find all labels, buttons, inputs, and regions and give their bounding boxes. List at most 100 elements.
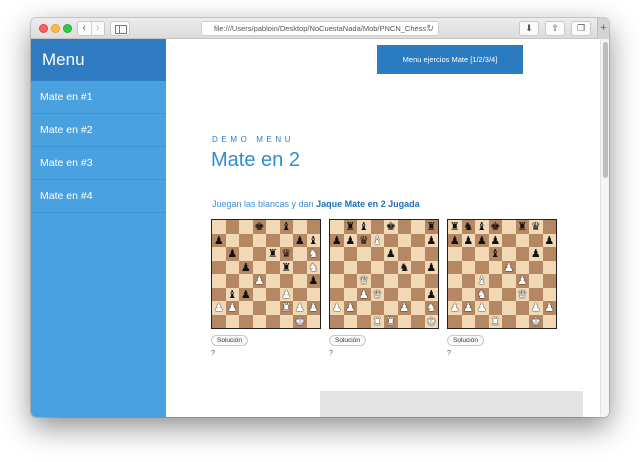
black-rook-icon[interactable]: ♜ [268, 247, 278, 260]
board-square[interactable]: ♟ [225, 247, 239, 261]
white-knight-icon[interactable]: ♞ [426, 301, 436, 314]
exercise-menu-button[interactable]: Menu ejercios Mate [1/2/3/4] [377, 45, 523, 74]
board-square[interactable] [370, 274, 384, 288]
board-square[interactable] [293, 260, 307, 274]
minimize-window-button[interactable] [51, 24, 60, 33]
board-square[interactable] [542, 247, 556, 261]
board-square[interactable] [279, 274, 293, 288]
board-square[interactable]: ♟ [448, 301, 462, 315]
board-square[interactable] [448, 260, 462, 274]
board-square[interactable] [475, 260, 489, 274]
board-square[interactable]: ♜ [370, 314, 384, 328]
sidebar-toggle-icon[interactable] [110, 21, 130, 36]
board-square[interactable]: ♞ [306, 260, 320, 274]
board-square[interactable]: ♟ [343, 233, 357, 247]
black-bishop-icon[interactable]: ♝ [227, 288, 237, 301]
board-square[interactable] [279, 314, 293, 328]
black-queen-icon[interactable]: ♛ [359, 234, 369, 247]
board-square[interactable] [424, 274, 438, 288]
board-square[interactable] [293, 287, 307, 301]
board-square[interactable] [212, 274, 226, 288]
board-square[interactable] [266, 301, 280, 315]
black-pawn-icon[interactable]: ♟ [308, 274, 318, 287]
board-square[interactable]: ♟ [239, 287, 253, 301]
board-square[interactable] [475, 247, 489, 261]
black-pawn-icon[interactable]: ♟ [295, 234, 305, 247]
board-square[interactable]: ♟ [293, 301, 307, 315]
board-square[interactable] [212, 220, 226, 234]
board-square[interactable] [266, 220, 280, 234]
board-square[interactable] [542, 220, 556, 234]
sidebar-item-mate-1[interactable]: Mate en #1 [31, 81, 166, 114]
white-pawn-icon[interactable]: ♟ [281, 288, 291, 301]
board-square[interactable] [448, 314, 462, 328]
board-square[interactable] [542, 260, 556, 274]
board-square[interactable]: ♛ [357, 274, 371, 288]
board-square[interactable] [239, 220, 253, 234]
board-square[interactable] [252, 287, 266, 301]
board-square[interactable] [212, 314, 226, 328]
chess-board[interactable]: ♜ ♝ ♚ ♜ ♟ ♟ ♛ ♝ ♟ ♟ ♞ ♟ ♛ ♟ ♛ ♟ ♟ ♟ ♟ ♞ ♜ ♜ ♚ [329, 219, 439, 329]
black-queen-icon[interactable]: ♛ [531, 220, 541, 233]
board-square[interactable] [411, 301, 425, 315]
board-square[interactable]: ♝ [488, 247, 502, 261]
forward-arrow-icon[interactable]: › [90, 22, 105, 35]
board-square[interactable]: ♟ [330, 301, 344, 315]
board-square[interactable]: ♟ [502, 260, 516, 274]
board-square[interactable]: ♞ [424, 301, 438, 315]
white-king-icon[interactable]: ♚ [426, 315, 436, 328]
white-pawn-icon[interactable]: ♟ [345, 301, 355, 314]
board-square[interactable] [225, 220, 239, 234]
white-pawn-icon[interactable]: ♟ [308, 301, 318, 314]
solution-button[interactable]: Solución [329, 335, 366, 346]
board-square[interactable]: ♜ [266, 247, 280, 261]
board-square[interactable]: ♟ [279, 287, 293, 301]
black-pawn-icon[interactable]: ♟ [426, 288, 436, 301]
white-pawn-icon[interactable]: ♟ [332, 301, 342, 314]
black-pawn-icon[interactable]: ♟ [386, 247, 396, 260]
board-square[interactable] [411, 233, 425, 247]
black-bishop-icon[interactable]: ♝ [359, 220, 369, 233]
white-bishop-icon[interactable]: ♝ [372, 234, 382, 247]
board-square[interactable]: ♚ [529, 314, 543, 328]
black-pawn-icon[interactable]: ♟ [345, 234, 355, 247]
board-square[interactable]: ♜ [343, 220, 357, 234]
board-square[interactable] [502, 247, 516, 261]
board-square[interactable]: ♟ [397, 301, 411, 315]
board-square[interactable] [279, 233, 293, 247]
white-rook-icon[interactable]: ♜ [281, 301, 291, 314]
board-square[interactable]: ♟ [293, 233, 307, 247]
board-square[interactable] [529, 233, 543, 247]
board-square[interactable]: ♞ [397, 260, 411, 274]
board-square[interactable]: ♟ [252, 274, 266, 288]
white-pawn-icon[interactable]: ♟ [477, 301, 487, 314]
board-square[interactable] [502, 314, 516, 328]
board-square[interactable] [397, 247, 411, 261]
black-pawn-icon[interactable]: ♟ [544, 234, 554, 247]
board-square[interactable] [330, 220, 344, 234]
black-pawn-icon[interactable]: ♟ [477, 234, 487, 247]
board-square[interactable] [411, 287, 425, 301]
board-square[interactable] [225, 260, 239, 274]
board-square[interactable] [515, 247, 529, 261]
board-square[interactable] [212, 287, 226, 301]
board-square[interactable]: ♟ [529, 301, 543, 315]
black-knight-icon[interactable]: ♞ [463, 220, 473, 233]
white-pawn-icon[interactable]: ♟ [544, 301, 554, 314]
board-square[interactable] [252, 314, 266, 328]
white-pawn-icon[interactable]: ♟ [504, 261, 514, 274]
board-square[interactable] [306, 314, 320, 328]
close-window-button[interactable] [39, 24, 48, 33]
board-square[interactable] [306, 287, 320, 301]
board-square[interactable] [397, 274, 411, 288]
board-square[interactable] [424, 247, 438, 261]
board-square[interactable] [330, 260, 344, 274]
board-square[interactable] [411, 314, 425, 328]
black-pawn-icon[interactable]: ♟ [241, 261, 251, 274]
black-pawn-icon[interactable]: ♟ [450, 234, 460, 247]
white-pawn-icon[interactable]: ♟ [450, 301, 460, 314]
board-square[interactable] [411, 260, 425, 274]
white-pawn-icon[interactable]: ♟ [531, 301, 541, 314]
board-square[interactable]: ♟ [542, 233, 556, 247]
board-square[interactable]: ♞ [475, 287, 489, 301]
